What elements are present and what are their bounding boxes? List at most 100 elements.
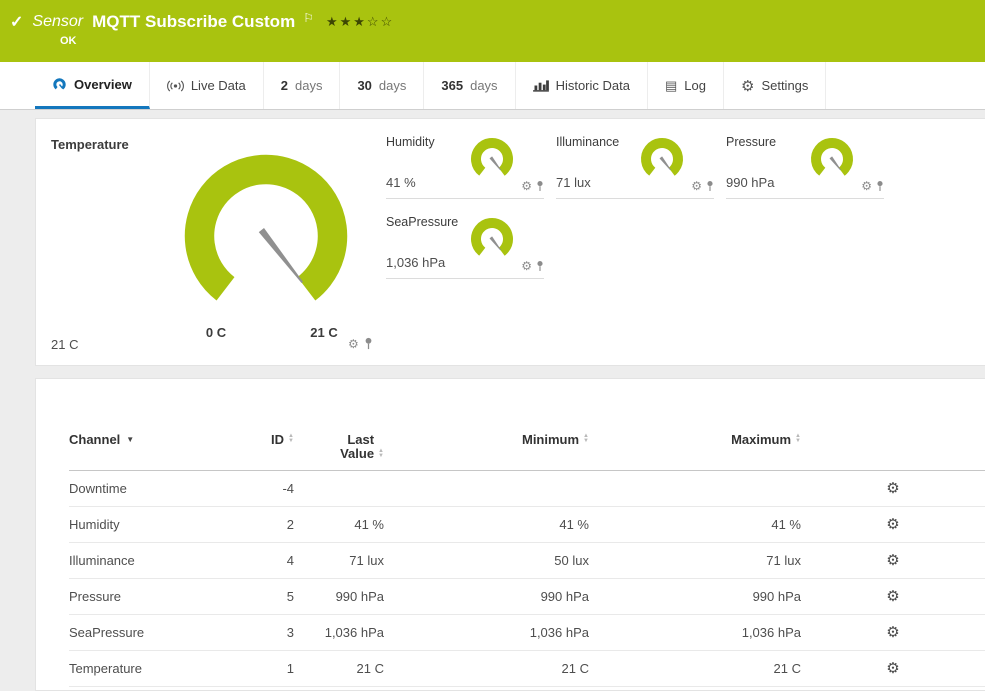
cell-channel: SeaPressure	[69, 625, 229, 640]
table-row[interactable]: Humidity 2 41 % 41 % 41 % ⚙	[69, 507, 985, 543]
table-row[interactable]: SeaPressure 3 1,036 hPa 1,036 hPa 1,036 …	[69, 615, 985, 651]
cell-id: 2	[229, 517, 294, 532]
channel-settings-gear-icon[interactable]: ⚙	[886, 553, 899, 568]
gauge-settings-gear-icon[interactable]: ⚙	[348, 338, 359, 350]
stars-empty[interactable]: ☆☆	[367, 14, 394, 29]
sort-down-arrow: ▼	[378, 454, 384, 459]
channel-settings-gear-icon[interactable]: ⚙	[886, 517, 899, 532]
cell-channel: Illuminance	[69, 553, 229, 568]
cell-last-value: 990 hPa	[294, 589, 384, 604]
tab-settings[interactable]: ⚙ Settings	[724, 62, 826, 109]
mini-gauge-dial	[636, 133, 688, 185]
column-header-minimum[interactable]: Minimum ▲▼	[384, 433, 589, 447]
cell-maximum: 71 lux	[589, 553, 801, 568]
cell-maximum: 41 %	[589, 517, 801, 532]
pin-icon[interactable]	[536, 180, 544, 192]
channel-name: Humidity	[386, 135, 435, 149]
big-gauge-controls: ⚙	[348, 337, 373, 350]
cell-minimum: 50 lux	[384, 553, 589, 568]
cell-minimum: 41 %	[384, 517, 589, 532]
table-row[interactable]: Temperature 1 21 C 21 C 21 C ⚙	[69, 651, 985, 687]
gauge-scale-min-label: 0 C	[186, 325, 246, 340]
tab-365-days[interactable]: 365 days	[424, 62, 515, 109]
primary-channel-value: 21 C	[51, 337, 78, 352]
cell-actions: ⚙	[801, 517, 985, 532]
channel-settings-gear-icon[interactable]: ⚙	[886, 661, 899, 676]
tab-historic-data[interactable]: Historic Data	[516, 62, 648, 109]
channel-name: Illuminance	[556, 135, 619, 149]
mini-gauge-humidity: Humidity 41 % ⚙	[386, 131, 544, 199]
mini-gauge-controls: ⚙	[691, 180, 714, 192]
cell-actions: ⚙	[801, 589, 985, 604]
sensor-status-badge: OK	[60, 35, 77, 47]
pin-icon[interactable]	[876, 180, 884, 192]
cell-actions: ⚙	[801, 481, 985, 496]
column-header-id-label: ID	[271, 433, 284, 447]
tab-365-days-label: days	[470, 78, 497, 93]
historic-data-chart-icon	[533, 79, 549, 92]
column-header-channel[interactable]: Channel ▼	[69, 433, 229, 447]
tab-historic-data-label: Historic Data	[556, 78, 630, 93]
table-row[interactable]: Downtime -4 ⚙	[69, 471, 985, 507]
tab-overview[interactable]: Overview	[35, 62, 150, 109]
column-header-last-value[interactable]: Last Value ▲▼	[294, 433, 384, 461]
object-kind-label: Sensor	[32, 13, 83, 31]
channel-settings-gear-icon[interactable]: ⚙	[886, 625, 899, 640]
cell-id: 1	[229, 661, 294, 676]
tab-30-days[interactable]: 30 days	[340, 62, 424, 109]
pin-icon[interactable]	[364, 337, 373, 350]
live-data-broadcast-icon	[167, 80, 184, 92]
cell-channel: Temperature	[69, 661, 229, 676]
tab-log[interactable]: ▤ Log	[648, 62, 724, 109]
cell-id: 5	[229, 589, 294, 604]
log-list-icon: ▤	[665, 78, 677, 94]
tab-30-days-label: days	[379, 78, 406, 93]
channel-value: 71 lux	[556, 175, 591, 190]
mini-gauge-dial	[466, 133, 518, 185]
column-header-channel-label: Channel	[69, 433, 120, 447]
sensor-title: MQTT Subscribe Custom	[92, 12, 295, 32]
tab-overview-label: Overview	[74, 77, 132, 92]
column-header-id[interactable]: ID ▲▼	[229, 433, 294, 447]
sort-icon[interactable]: ▲▼	[378, 449, 384, 459]
tab-2-days[interactable]: 2 days	[264, 62, 341, 109]
gauge-settings-gear-icon[interactable]: ⚙	[521, 260, 532, 272]
channel-filter-dropdown-icon[interactable]: ▼	[126, 433, 134, 447]
cell-minimum: 1,036 hPa	[384, 625, 589, 640]
channel-value: 1,036 hPa	[386, 255, 445, 270]
table-row[interactable]: Illuminance 4 71 lux 50 lux 71 lux ⚙	[69, 543, 985, 579]
stars-filled[interactable]: ★★★	[326, 14, 367, 29]
gauge-settings-gear-icon[interactable]: ⚙	[861, 180, 872, 192]
tab-30-days-number: 30	[357, 78, 371, 93]
gauge-settings-gear-icon[interactable]: ⚙	[521, 180, 532, 192]
settings-gear-icon: ⚙	[741, 77, 754, 95]
column-header-minimum-label: Minimum	[522, 433, 579, 447]
table-row[interactable]: Pressure 5 990 hPa 990 hPa 990 hPa ⚙	[69, 579, 985, 615]
channel-settings-gear-icon[interactable]: ⚙	[886, 481, 899, 496]
priority-stars-rating[interactable]: ★★★☆☆	[326, 14, 394, 30]
cell-actions: ⚙	[801, 553, 985, 568]
tab-2-days-number: 2	[281, 78, 288, 93]
gauge-settings-gear-icon[interactable]: ⚙	[691, 180, 702, 192]
cell-channel: Pressure	[69, 589, 229, 604]
sort-icon[interactable]: ▲▼	[795, 434, 801, 447]
pin-icon[interactable]	[706, 180, 714, 192]
mini-gauge-seapressure: SeaPressure 1,036 hPa ⚙	[386, 211, 544, 279]
channel-value: 990 hPa	[726, 175, 774, 190]
cell-maximum: 1,036 hPa	[589, 625, 801, 640]
cell-id: 4	[229, 553, 294, 568]
cell-last-value: 1,036 hPa	[294, 625, 384, 640]
tab-live-data[interactable]: Live Data	[150, 62, 264, 109]
cell-last-value: 41 %	[294, 517, 384, 532]
channel-name: SeaPressure	[386, 215, 458, 229]
mini-gauge-controls: ⚙	[521, 260, 544, 272]
tab-365-days-number: 365	[441, 78, 463, 93]
column-header-maximum[interactable]: Maximum ▲▼	[589, 433, 801, 447]
cell-last-value: 21 C	[294, 661, 384, 676]
mini-gauge-controls: ⚙	[861, 180, 884, 192]
channel-settings-gear-icon[interactable]: ⚙	[886, 589, 899, 604]
tab-log-label: Log	[684, 78, 706, 93]
cell-channel: Humidity	[69, 517, 229, 532]
pin-icon[interactable]	[536, 260, 544, 272]
priority-flag-icon[interactable]: ⚐	[303, 11, 314, 25]
